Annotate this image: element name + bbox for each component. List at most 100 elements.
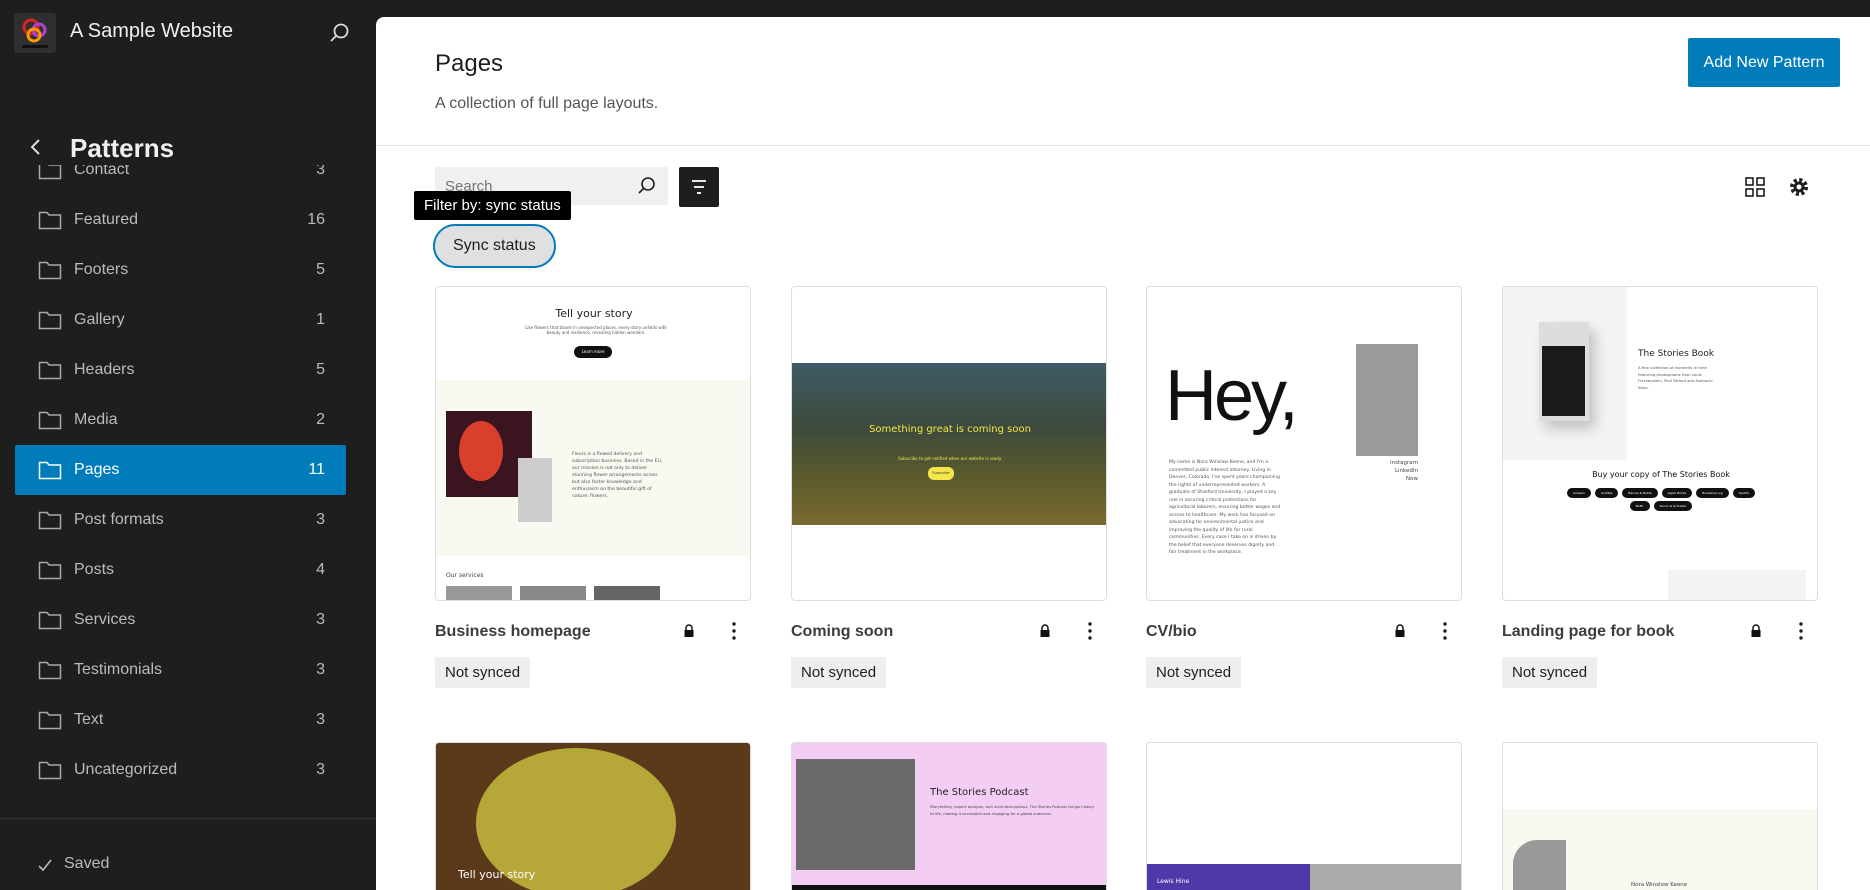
sidebar-item-posts[interactable]: Posts 4 (15, 545, 346, 595)
sidebar-item-headers[interactable]: Headers 5 (15, 345, 346, 395)
pattern-title[interactable]: Business homepage (435, 623, 591, 641)
sidebar-item-gallery[interactable]: Gallery 1 (15, 295, 346, 345)
sync-status-filter-chip[interactable]: Sync status (433, 224, 556, 268)
gear-icon[interactable] (1788, 176, 1810, 198)
sidebar-item-featured[interactable]: Featured 16 (15, 195, 346, 245)
thumb-image (792, 363, 1106, 525)
sidebar-item-label: Services (74, 611, 136, 628)
sync-status-badge: Not synced (1502, 657, 1598, 688)
page-subtitle: A collection of full page layouts. (435, 95, 659, 112)
pattern-title[interactable]: CV/bio (1146, 623, 1197, 641)
page-title: Pages (435, 50, 504, 77)
pattern-card[interactable]: The Stories Podcast Storytelling, expert… (791, 742, 1107, 890)
sidebar-item-count: 3 (316, 711, 325, 728)
thumb-para: Fleurs is a flowed delivery and subscrip… (572, 452, 663, 499)
sidebar-heading: Patterns (70, 133, 175, 163)
back-chevron-icon[interactable] (26, 135, 46, 159)
lock-icon (1750, 624, 1762, 638)
sidebar-item-count: 4 (316, 561, 325, 578)
thumb-book (1539, 322, 1589, 421)
thumb-link: Now (1406, 476, 1418, 482)
divider (0, 818, 376, 819)
more-options-icon[interactable] (730, 620, 738, 642)
thumb-link: LinkedIn (1394, 468, 1418, 474)
thumb-store-button: Simon & Schuster (1653, 501, 1693, 511)
sidebar-item-media[interactable]: Media 2 (15, 395, 346, 445)
site-title[interactable]: A Sample Website (70, 20, 233, 43)
more-options-icon[interactable] (1441, 620, 1449, 642)
sidebar-item-testimonials[interactable]: Testimonials 3 (15, 645, 346, 695)
sidebar-item-uncategorized[interactable]: Uncategorized 3 (15, 745, 346, 795)
sidebar-item-count: 1 (316, 311, 325, 328)
thumb-image (518, 458, 552, 522)
add-new-pattern-button[interactable]: Add New Pattern (1688, 38, 1840, 87)
sidebar: A Sample Website Patterns Contact 3 Featur… (0, 0, 376, 890)
more-options-icon[interactable] (1797, 620, 1805, 642)
sidebar-item-label: Post formats (74, 511, 164, 528)
divider (376, 145, 1870, 146)
search-icon[interactable] (636, 176, 656, 196)
folder-icon (38, 310, 62, 330)
pattern-card-landing-page-for-book[interactable]: The Stories Book A fine collection of mo… (1502, 286, 1818, 601)
thumb-link: Instagram (1390, 460, 1418, 466)
pattern-card[interactable]: Lewis Hine (1146, 742, 1462, 890)
sidebar-item-label: Testimonials (74, 661, 163, 678)
filter-icon (692, 180, 706, 194)
tooltip: Filter by: sync status (414, 191, 571, 220)
thumb-heading: Lewis Hine (1157, 878, 1190, 885)
folder-icon (38, 760, 62, 780)
pattern-card[interactable]: Nora Winslow Keene (1502, 742, 1818, 890)
pattern-card-business-homepage[interactable]: Tell your story Like flowers that bloom … (435, 286, 751, 601)
thumb-store-button: Barnes & Noble (1622, 488, 1658, 498)
thumb-store-button: BAM! (1629, 501, 1650, 511)
filter-button[interactable] (679, 167, 719, 207)
pattern-title[interactable]: Landing page for book (1502, 623, 1674, 641)
thumb-heading: The Stories Book (1638, 349, 1715, 359)
sidebar-item-count: 2 (316, 411, 325, 428)
thumb-heading: The Stories Podcast (930, 787, 1029, 798)
sidebar-item-count: 3 (316, 165, 325, 178)
pattern-card-cv-bio[interactable]: Hey, My name is Nora Winslow Keene, and … (1146, 286, 1462, 601)
save-status: Saved (64, 855, 110, 872)
thumb-buy: Buy your copy of The Stories Book (1592, 470, 1730, 479)
folder-icon (38, 410, 62, 430)
folder-icon (38, 260, 62, 280)
lock-icon (1394, 624, 1406, 638)
sidebar-item-count: 3 (316, 761, 325, 778)
sidebar-item-count: 5 (316, 261, 325, 278)
sidebar-item-label: Contact (74, 165, 130, 178)
pattern-title[interactable]: Coming soon (791, 623, 893, 641)
sidebar-item-count: 3 (316, 661, 325, 678)
sync-status-badge: Not synced (791, 657, 887, 688)
sidebar-item-count: 16 (307, 211, 325, 228)
pattern-card-coming-soon[interactable]: Something great is coming soon Subscribe… (791, 286, 1107, 601)
folder-icon (38, 210, 62, 230)
sidebar-item-label: Headers (74, 361, 135, 378)
sidebar-item-label: Media (74, 411, 118, 428)
category-list: Contact 3 Featured 16 Footers 5 Gallery 1 Header… (0, 165, 376, 815)
thumb-store-button: Apple Books (1661, 488, 1693, 498)
site-logo[interactable] (14, 13, 56, 53)
sidebar-item-label: Footers (74, 261, 129, 278)
sidebar-item-pages[interactable]: Pages 11 (15, 445, 346, 495)
sidebar-item-contact[interactable]: Contact 3 (15, 165, 346, 195)
sidebar-item-label: Pages (74, 461, 120, 478)
sidebar-item-text[interactable]: Text 3 (15, 695, 346, 745)
sidebar-item-label: Featured (74, 211, 139, 228)
search-icon[interactable] (328, 22, 350, 44)
lock-icon (1039, 624, 1051, 638)
pattern-card[interactable]: Tell your story (435, 742, 751, 890)
thumb-store-button: Audible (1595, 488, 1619, 498)
main-panel: Pages A collection of full page layouts.… (376, 17, 1870, 890)
more-options-icon[interactable] (1086, 620, 1094, 642)
sidebar-item-footers[interactable]: Footers 5 (15, 245, 346, 295)
sidebar-item-label: Gallery (74, 311, 125, 328)
thumb-heading: Hey, (1165, 356, 1299, 436)
sidebar-item-services[interactable]: Services 3 (15, 595, 346, 645)
grid-view-icon[interactable] (1744, 176, 1766, 198)
thumb-heading: Tell your story (458, 868, 536, 881)
sidebar-item-post-formats[interactable]: Post formats 3 (15, 495, 346, 545)
thumb-body: Like flowers that bloom in unexpected pl… (525, 325, 667, 335)
sidebar-item-label: Text (74, 711, 104, 728)
thumb-heading: Tell your story (555, 307, 633, 320)
